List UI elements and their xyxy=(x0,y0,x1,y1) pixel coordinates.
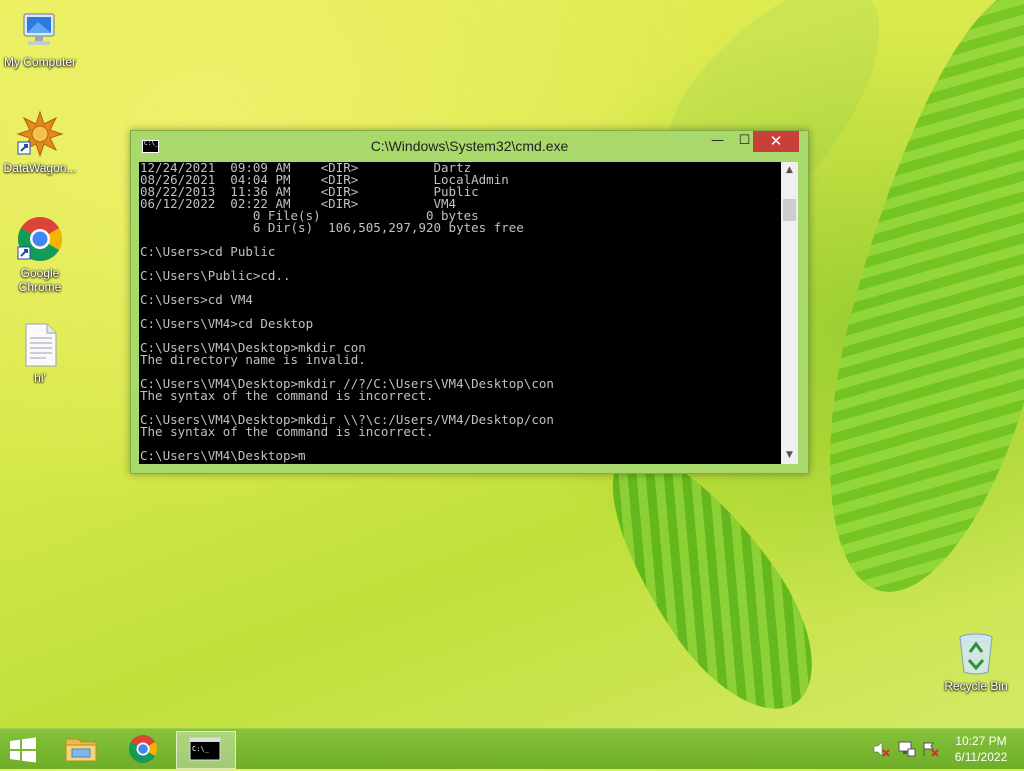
cmd-icon: C:\_ xyxy=(189,737,221,761)
desktop-icon-datawagon[interactable]: DataWagon... xyxy=(0,110,80,175)
desktop-icon-label: hi' xyxy=(34,371,46,385)
taskbar-command-prompt[interactable]: C:\_ xyxy=(176,731,236,769)
desktop-icon-label: My Computer xyxy=(3,55,77,69)
volume-muted-icon[interactable] xyxy=(872,741,890,757)
taskbar-google-chrome[interactable] xyxy=(114,731,172,767)
windows-logo-icon xyxy=(10,737,36,763)
desktop-icon-label: DataWagon... xyxy=(3,161,77,175)
scroll-thumb[interactable] xyxy=(783,199,796,221)
system-clock[interactable]: 10:27 PM 6/11/2022 xyxy=(946,733,1016,765)
desktop-icon-my-computer[interactable]: My Computer xyxy=(0,10,80,69)
cmd-window[interactable]: C:\Windows\System32\cmd.exe — ☐ ✕ 12/24/… xyxy=(130,130,809,474)
taskbar-file-explorer[interactable] xyxy=(52,731,110,767)
text-file-icon xyxy=(25,323,57,367)
cmd-titlebar[interactable]: C:\Windows\System32\cmd.exe — ☐ ✕ xyxy=(131,131,808,162)
start-button[interactable] xyxy=(8,737,40,763)
console-output[interactable]: 12/24/2021 09:09 AM <DIR> Dartz 08/26/20… xyxy=(139,162,781,464)
desktop-icon-hi-file[interactable]: hi' xyxy=(0,322,80,385)
minimize-button[interactable]: — xyxy=(704,131,731,152)
desktop-icon-label: Chrome xyxy=(18,280,62,294)
folder-icon xyxy=(65,738,97,762)
scroll-down-arrow-icon[interactable]: ▼ xyxy=(781,447,798,464)
clock-date: 6/11/2022 xyxy=(954,750,1008,764)
action-center-flag-icon[interactable] xyxy=(922,741,940,757)
svg-text:C:\_: C:\_ xyxy=(192,745,210,753)
desktop-icon-recycle-bin[interactable]: Recycle Bin xyxy=(936,630,1016,693)
close-button[interactable]: ✕ xyxy=(753,131,799,152)
vertical-scrollbar[interactable]: ▲ ▼ xyxy=(781,162,798,464)
network-icon[interactable] xyxy=(898,741,916,757)
desktop-icon-label: Recycle Bin xyxy=(944,679,1008,693)
console-text: 12/24/2021 09:09 AM <DIR> Dartz 08/26/20… xyxy=(140,162,554,463)
datawagon-icon xyxy=(16,110,64,158)
taskbar: C:\_ 10:27 PM 6/11/2022 xyxy=(0,728,1024,769)
chrome-icon xyxy=(129,735,157,763)
clock-time: 10:27 PM xyxy=(955,734,1007,748)
desktop-icon-google-chrome[interactable]: Google Chrome xyxy=(0,215,80,294)
desktop-icon-label: Google xyxy=(20,266,60,280)
chrome-icon xyxy=(17,217,62,261)
monitor-icon xyxy=(23,13,55,45)
recycle-bin-icon xyxy=(959,633,993,675)
scroll-up-arrow-icon[interactable]: ▲ xyxy=(781,162,798,179)
